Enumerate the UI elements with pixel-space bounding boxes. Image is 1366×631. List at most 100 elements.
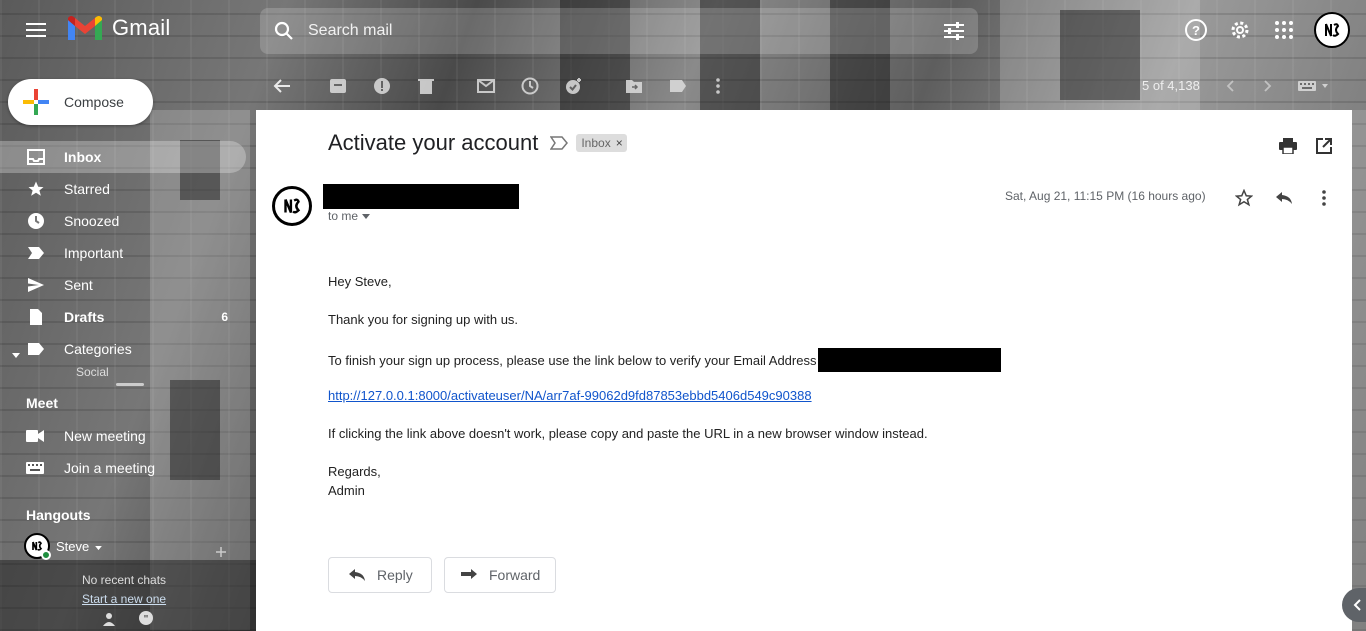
sidebar-item-label: Sent (64, 277, 93, 293)
label-icon[interactable] (666, 74, 690, 98)
compose-plus-icon (8, 79, 64, 125)
contacts-person-icon[interactable] (102, 612, 116, 631)
online-status-dot (41, 550, 51, 560)
reply-button[interactable]: Reply (328, 557, 432, 593)
older-chevron-left-icon[interactable] (1218, 74, 1242, 98)
compose-label: Compose (64, 94, 124, 110)
details-caret-icon[interactable] (362, 213, 371, 219)
search-input[interactable] (308, 22, 930, 40)
more-vertical-icon[interactable] (706, 74, 730, 98)
hangouts-user[interactable]: Steve (24, 533, 103, 560)
sidebar-item-label: Important (64, 245, 124, 261)
sidebar-item-drafts[interactable]: Drafts 6 (0, 301, 246, 333)
send-icon (26, 275, 46, 295)
recipient-label: to me (328, 209, 359, 223)
join-meeting-label: Join a meeting (64, 460, 156, 476)
search-bar[interactable] (260, 8, 978, 54)
search-options-icon[interactable] (930, 8, 978, 54)
message-date: Sat, Aug 21, 11:15 PM (16 hours ago) (1005, 189, 1206, 203)
apps-grid-icon[interactable] (1266, 12, 1302, 48)
report-spam-icon[interactable] (370, 74, 394, 98)
search-icon[interactable] (260, 8, 308, 54)
sidebar-subitem-social[interactable]: Social (0, 365, 246, 381)
forward-label: Forward (489, 567, 541, 583)
sidebar-item-starred[interactable]: Starred (0, 173, 246, 205)
body-greeting: Hey Steve, (328, 274, 392, 289)
star-message-icon[interactable] (1232, 186, 1256, 210)
sidebar-item-sent[interactable]: Sent (0, 269, 246, 301)
label-icon (26, 339, 46, 359)
inbox-label-chip[interactable]: Inbox × (576, 134, 627, 152)
new-meeting-item[interactable]: New meeting (26, 424, 146, 448)
reply-icon (347, 565, 367, 585)
important-icon (26, 243, 46, 263)
remove-label-icon[interactable]: × (616, 136, 623, 150)
sender-name-redacted (323, 184, 519, 209)
user-status-caret-icon[interactable] (95, 539, 103, 554)
message-pager: 5 of 4,138 (1142, 78, 1200, 93)
hangouts-quote-icon[interactable]: " (138, 610, 154, 631)
compose-button[interactable]: Compose (8, 79, 153, 125)
star-icon (26, 179, 46, 199)
inbox-icon (26, 147, 46, 167)
video-camera-icon (26, 430, 46, 442)
sidebar-item-categories[interactable]: Categories (0, 333, 246, 365)
no-recent-chats: No recent chats (82, 573, 167, 587)
gmail-logo[interactable]: Gmail (66, 14, 170, 42)
body-line-verify: To finish your sign up process, please u… (328, 348, 1228, 372)
sidebar-item-label: Snoozed (64, 213, 120, 229)
print-icon[interactable] (1276, 134, 1300, 158)
body-line-thanks: Thank you for signing up with us. (328, 312, 519, 327)
new-conversation-plus-icon[interactable] (216, 544, 226, 562)
input-tools-keyboard-icon[interactable] (1294, 74, 1334, 98)
reply-arrow-icon[interactable] (1272, 186, 1296, 210)
activation-link[interactable]: http://127.0.0.1:8000/activateuser/NA/ar… (328, 388, 812, 403)
sender-avatar[interactable] (272, 186, 312, 226)
move-to-icon[interactable] (622, 74, 646, 98)
message-body: Hey Steve, Thank you for signing up with… (328, 272, 1228, 519)
join-meeting-item[interactable]: Join a meeting (26, 456, 155, 480)
body-regards: Regards, (328, 464, 381, 479)
start-new-chat-link[interactable]: Start a new one (82, 592, 166, 606)
add-task-icon[interactable] (562, 74, 586, 98)
delete-icon[interactable] (414, 74, 438, 98)
mark-unread-icon[interactable] (474, 74, 498, 98)
sidebar-item-label: Inbox (64, 149, 102, 165)
recipient-details[interactable]: to me (328, 209, 371, 223)
help-icon[interactable]: ? (1178, 12, 1214, 48)
importance-marker-icon[interactable] (550, 136, 569, 150)
message-subject: Activate your account (328, 130, 539, 155)
label-chip-text: Inbox (581, 136, 611, 150)
gmail-logo-text: Gmail (112, 15, 171, 40)
settings-gear-icon[interactable] (1222, 12, 1258, 48)
drafts-count: 6 (221, 310, 228, 324)
hangouts-user-avatar (24, 533, 51, 560)
meet-section-title: Meet (26, 395, 58, 411)
open-in-new-window-icon[interactable] (1312, 134, 1336, 158)
sidebar-item-inbox[interactable]: Inbox (0, 141, 246, 173)
subject-row: Activate your account Inbox × (328, 130, 627, 156)
message-toolbar: 5 of 4,138 (256, 64, 1366, 108)
email-address-redacted (818, 348, 1002, 372)
gmail-m-icon (68, 16, 102, 40)
hangouts-section-title: Hangouts (26, 507, 91, 523)
sidebar-item-label: Drafts (64, 309, 105, 325)
keyboard-icon (26, 462, 46, 474)
svg-text:?: ? (1192, 23, 1200, 38)
newer-chevron-right-icon[interactable] (1256, 74, 1280, 98)
body-signature: Admin (328, 483, 365, 498)
chevron-left-icon (1353, 599, 1361, 611)
back-arrow-icon[interactable] (270, 74, 294, 98)
account-avatar[interactable] (1314, 12, 1350, 48)
draft-icon (26, 307, 46, 327)
sidebar-item-important[interactable]: Important (0, 237, 246, 269)
expand-caret-icon[interactable] (12, 346, 20, 362)
snooze-clock-icon[interactable] (518, 74, 542, 98)
message-more-icon[interactable] (1312, 186, 1336, 210)
sidebar-scroll-handle[interactable] (116, 383, 144, 386)
archive-icon[interactable] (326, 74, 350, 98)
sidebar-item-snoozed[interactable]: Snoozed (0, 205, 246, 237)
main-menu-button[interactable] (20, 14, 52, 46)
clock-icon (26, 211, 46, 231)
forward-button[interactable]: Forward (444, 557, 556, 593)
